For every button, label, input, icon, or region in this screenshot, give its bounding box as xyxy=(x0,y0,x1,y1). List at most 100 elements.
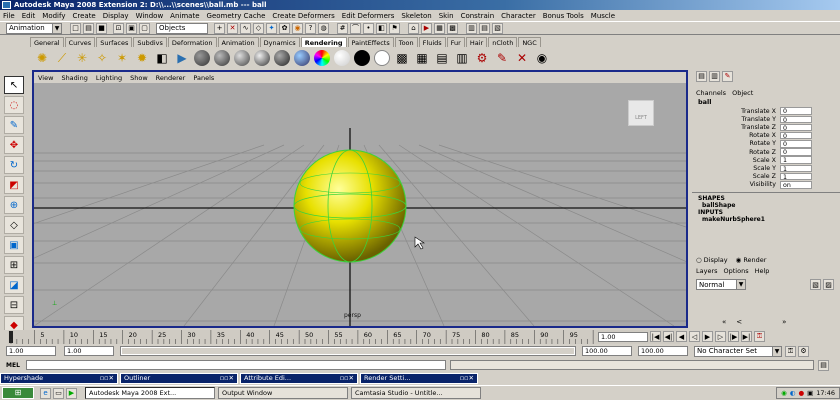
attr-row[interactable]: Visibility on xyxy=(692,181,840,189)
mel-label[interactable]: MEL xyxy=(6,362,26,369)
render-globals-icon[interactable]: ▥ xyxy=(454,50,470,66)
input-name[interactable]: makeNurbSphere1 xyxy=(698,216,840,223)
menu-create[interactable]: Create xyxy=(72,12,95,20)
snap-grid-icon[interactable]: # xyxy=(337,22,348,34)
attr-value[interactable]: on xyxy=(780,181,812,189)
character-set-dropdown[interactable]: No Character Set ▼ xyxy=(694,345,782,357)
tab-ngc[interactable]: NGC xyxy=(518,36,541,47)
selection-mode-field[interactable]: Objects xyxy=(156,22,208,34)
menu-file[interactable]: File xyxy=(3,12,15,20)
attr-row[interactable]: Scale Y 1 xyxy=(692,164,840,172)
panel-menu-show[interactable]: Show xyxy=(130,74,148,82)
volume-light-icon[interactable]: ✹ xyxy=(134,50,150,66)
layout-graph-icon[interactable]: ⊟ xyxy=(4,296,24,314)
key-icon[interactable]: ⚿ xyxy=(754,331,765,342)
shading-map-icon[interactable] xyxy=(374,50,390,66)
layout-persp-outliner-icon[interactable]: ◪ xyxy=(4,276,24,294)
save-scene-icon[interactable]: ■ xyxy=(96,22,107,34)
scale-tool-icon[interactable]: ◩ xyxy=(4,176,24,194)
shape-name[interactable]: ballShape xyxy=(698,202,840,209)
tab-fluids[interactable]: Fluids xyxy=(418,36,446,47)
attribute-editor-toggle-icon[interactable]: ✎ xyxy=(722,70,733,82)
last-tool-icon[interactable]: ◇ xyxy=(4,216,24,234)
rotate-tool-icon[interactable]: ↻ xyxy=(4,156,24,174)
menu-modify[interactable]: Modify xyxy=(42,12,65,20)
menu-skeleton[interactable]: Skeleton xyxy=(401,12,431,20)
tab-deformation[interactable]: Deformation xyxy=(167,36,217,47)
snap-curve-icon[interactable]: ⌒ xyxy=(350,22,361,34)
mask-dynamic-icon[interactable]: ✿ xyxy=(279,22,290,34)
layer-mode-dropdown[interactable]: Normal ▼ xyxy=(696,279,746,290)
move-tool-icon[interactable]: ✥ xyxy=(4,136,24,154)
point-light-icon[interactable]: ✳ xyxy=(74,50,90,66)
time-ruler[interactable]: 51015202530354045505560657075808590951 xyxy=(0,330,690,344)
mask-surface-icon[interactable]: ◇ xyxy=(253,22,264,34)
select-hierarchy-icon[interactable]: ⊡ xyxy=(113,22,124,34)
quicklaunch-desktop-icon[interactable]: ▭ xyxy=(53,387,64,399)
scene-canvas[interactable] xyxy=(34,83,686,326)
menuset-dropdown[interactable]: Animation ▼ xyxy=(6,22,62,34)
attr-row[interactable]: Translate Y 0 xyxy=(692,115,840,123)
menu-create-deformers[interactable]: Create Deformers xyxy=(272,12,334,20)
surface-shader-icon[interactable] xyxy=(334,50,350,66)
mask-curve-icon[interactable]: ∿ xyxy=(240,22,251,34)
quicklaunch-browser-icon[interactable]: e xyxy=(40,387,51,399)
menu-edit[interactable]: Edit xyxy=(22,12,36,20)
current-frame-field[interactable]: 1.00 xyxy=(598,332,648,342)
manipulator-tool-icon[interactable]: ⊕ xyxy=(4,196,24,214)
minimized-outliner[interactable]: Outliner ▫▫✕ xyxy=(120,372,238,384)
tab-fur[interactable]: Fur xyxy=(446,36,465,47)
mask-handle-icon[interactable]: + xyxy=(214,22,225,34)
attr-value[interactable]: 0 xyxy=(780,123,812,132)
camera-icon[interactable]: ◧ xyxy=(154,50,170,66)
phong-shader-icon[interactable] xyxy=(234,50,250,66)
select-tool-icon[interactable]: ↖ xyxy=(4,76,24,94)
attr-value[interactable]: 0 xyxy=(780,148,812,156)
window-buttons-icon[interactable]: ▫▫✕ xyxy=(460,374,474,382)
spot-light-icon[interactable]: ✧ xyxy=(94,50,110,66)
snap-point-icon[interactable]: • xyxy=(363,22,374,34)
attr-row[interactable]: Rotate Z 0 xyxy=(692,148,840,156)
minimized-render-settings[interactable]: Render Setti... ▫▫✕ xyxy=(360,372,478,384)
menu-muscle[interactable]: Muscle xyxy=(591,12,615,20)
start-time-field[interactable]: 1.00 xyxy=(6,346,56,356)
tab-surfaces[interactable]: Surfaces xyxy=(96,36,133,47)
task-output-window[interactable]: Output Window xyxy=(218,387,348,399)
menu-bonus-tools[interactable]: Bonus Tools xyxy=(543,12,584,20)
select-object-icon[interactable]: ▣ xyxy=(126,22,137,34)
go-to-start-icon[interactable]: |◀ xyxy=(650,331,661,342)
attr-row[interactable]: Translate Z 0 xyxy=(692,123,840,132)
script-editor-icon[interactable]: ▤ xyxy=(818,359,829,371)
attr-value[interactable]: 1 xyxy=(780,156,812,164)
render-frame-icon[interactable]: ▶ xyxy=(421,22,432,34)
tray-network-icon[interactable]: ◉ xyxy=(781,389,787,397)
go-to-end-icon[interactable]: ▶| xyxy=(741,331,752,342)
anisotropic-shader-icon[interactable] xyxy=(274,50,290,66)
layer-menu-options[interactable]: Options xyxy=(724,267,749,275)
quicklaunch-media-icon[interactable]: ▶ xyxy=(66,387,77,399)
tab-toon[interactable]: Toon xyxy=(394,36,418,47)
panel-menu-view[interactable]: View xyxy=(38,74,53,82)
auto-key-icon[interactable]: ⚿ xyxy=(785,345,796,357)
menu-geometry-cache[interactable]: Geometry Cache xyxy=(207,12,266,20)
time-slider[interactable]: 51015202530354045505560657075808590951 xyxy=(0,330,690,344)
attr-row[interactable]: Scale X 1 xyxy=(692,156,840,164)
ambient-light-icon[interactable]: ✺ xyxy=(34,50,50,66)
render-radio-icon[interactable]: ◉ xyxy=(736,256,742,264)
phonge-shader-icon[interactable] xyxy=(254,50,270,66)
blinn-shader-icon[interactable] xyxy=(214,50,230,66)
tab-hair[interactable]: Hair xyxy=(465,36,488,47)
tab-rendering[interactable]: Rendering xyxy=(300,36,347,47)
step-back-icon[interactable]: ◀| xyxy=(663,331,674,342)
attr-value[interactable]: 0 xyxy=(780,131,812,140)
mask-render-icon[interactable]: ◉ xyxy=(292,22,303,34)
hypershade-icon[interactable]: ⚙ xyxy=(474,50,490,66)
batch-render-icon[interactable]: ▤ xyxy=(434,50,450,66)
tray-volume-icon[interactable]: ◐ xyxy=(790,389,796,397)
render-settings-icon[interactable]: ▩ xyxy=(447,22,458,34)
layered-shader-icon[interactable] xyxy=(294,50,310,66)
tab-painteffects[interactable]: PaintEffects xyxy=(347,36,394,47)
window-buttons-icon[interactable]: ▫▫✕ xyxy=(100,374,114,382)
ramp-shader-icon[interactable] xyxy=(314,50,330,66)
play-back-icon[interactable]: ◁ xyxy=(689,331,700,342)
